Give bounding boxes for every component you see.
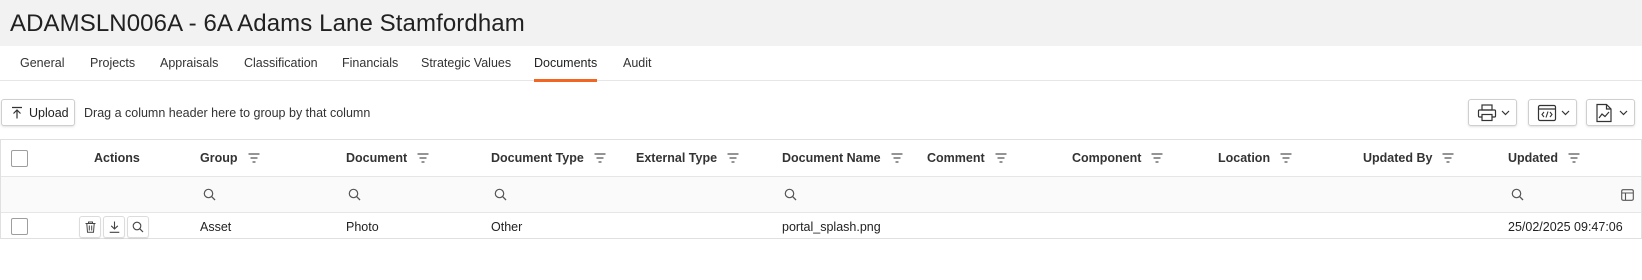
tab-strategic-values[interactable]: Strategic Values bbox=[421, 46, 511, 81]
column-header-comment[interactable]: Comment bbox=[927, 140, 1007, 176]
search-icon bbox=[132, 221, 144, 233]
upload-label: Upload bbox=[29, 105, 69, 120]
row-select-cell bbox=[11, 213, 28, 240]
chevron-down-icon bbox=[1619, 110, 1628, 116]
export-chart-button[interactable] bbox=[1586, 99, 1635, 126]
column-filter-icon[interactable] bbox=[417, 153, 429, 163]
tab-audit[interactable]: Audit bbox=[623, 46, 652, 81]
grid-toolbar: Upload Drag a column header here to grou… bbox=[0, 99, 1642, 129]
column-header-updated-by[interactable]: Updated By bbox=[1363, 140, 1454, 176]
chevron-down-icon bbox=[1501, 110, 1510, 116]
column-header-label: Document bbox=[346, 151, 408, 165]
column-header-label: External Type bbox=[636, 151, 718, 165]
grid-header-row: Actions Group Document Document Type Ext… bbox=[1, 140, 1641, 177]
grid-filter-row bbox=[1, 177, 1641, 213]
column-header-component[interactable]: Component bbox=[1072, 140, 1163, 176]
select-all-checkbox[interactable] bbox=[11, 149, 28, 167]
select-all-cell bbox=[11, 140, 28, 176]
column-header-location[interactable]: Location bbox=[1218, 140, 1292, 176]
cell-updated: 25/02/2025 09:47:06 bbox=[1508, 219, 1623, 234]
column-filter-icon[interactable] bbox=[248, 153, 260, 163]
tab-general[interactable]: General bbox=[20, 46, 64, 81]
column-header-label: Updated bbox=[1508, 151, 1558, 165]
column-header-document-name[interactable]: Document Name bbox=[782, 140, 903, 176]
search-icon[interactable] bbox=[348, 177, 361, 212]
row-actions bbox=[79, 213, 151, 240]
column-filter-icon[interactable] bbox=[891, 153, 903, 163]
upload-icon bbox=[11, 106, 23, 119]
column-header-updated[interactable]: Updated bbox=[1508, 140, 1580, 176]
column-header-actions: Actions bbox=[94, 151, 140, 165]
column-filter-icon[interactable] bbox=[1151, 153, 1163, 163]
column-header-label: Document Name bbox=[782, 151, 881, 165]
export-chart-icon bbox=[1595, 103, 1613, 123]
print-button[interactable] bbox=[1468, 99, 1517, 126]
column-header-label: Location bbox=[1218, 151, 1271, 165]
cell-document: Photo bbox=[346, 219, 379, 234]
search-icon[interactable] bbox=[203, 177, 216, 212]
column-header-label: Updated By bbox=[1363, 151, 1433, 165]
cell-document-type: Other bbox=[491, 219, 523, 234]
table-row[interactable]: Asset Photo Other portal_splash.png 25/0… bbox=[1, 213, 1641, 240]
documents-grid: Actions Group Document Document Type Ext… bbox=[0, 139, 1642, 239]
export-html-button[interactable] bbox=[1528, 99, 1577, 126]
column-header-document[interactable]: Document bbox=[346, 140, 429, 176]
column-chooser-icon[interactable] bbox=[1621, 177, 1634, 212]
column-header-document-type[interactable]: Document Type bbox=[491, 140, 606, 176]
tab-appraisals[interactable]: Appraisals bbox=[160, 46, 218, 81]
column-header-label: Group bbox=[200, 151, 238, 165]
cell-group: Asset bbox=[200, 219, 232, 234]
tab-bar: General Projects Appraisals Classificati… bbox=[0, 46, 1642, 82]
cell-document-name: portal_splash.png bbox=[782, 219, 881, 234]
column-filter-icon[interactable] bbox=[1568, 153, 1580, 163]
column-filter-icon[interactable] bbox=[1280, 153, 1292, 163]
trash-icon bbox=[85, 221, 96, 233]
column-header-external-type[interactable]: External Type bbox=[636, 140, 739, 176]
column-filter-icon[interactable] bbox=[594, 153, 606, 163]
tab-financials[interactable]: Financials bbox=[342, 46, 398, 81]
download-icon bbox=[109, 221, 120, 233]
detail-panel: General Projects Appraisals Classificati… bbox=[0, 46, 1642, 280]
page-title: ADAMSLN006A - 6A Adams Lane Stamfordham bbox=[10, 10, 525, 37]
column-header-group[interactable]: Group bbox=[200, 140, 260, 176]
column-filter-icon[interactable] bbox=[995, 153, 1007, 163]
column-filter-icon[interactable] bbox=[727, 153, 739, 163]
print-icon bbox=[1477, 103, 1497, 122]
delete-button[interactable] bbox=[79, 215, 101, 238]
column-header-label: Component bbox=[1072, 151, 1142, 165]
row-select-checkbox[interactable] bbox=[11, 218, 28, 235]
column-header-label: Comment bbox=[927, 151, 985, 165]
download-button[interactable] bbox=[103, 215, 125, 238]
column-filter-icon[interactable] bbox=[1442, 153, 1454, 163]
column-header-label: Document Type bbox=[491, 151, 584, 165]
search-icon[interactable] bbox=[784, 177, 797, 212]
preview-button[interactable] bbox=[127, 215, 149, 238]
tab-documents[interactable]: Documents bbox=[534, 46, 598, 82]
tab-classification[interactable]: Classification bbox=[244, 46, 318, 81]
group-panel-hint: Drag a column header here to group by th… bbox=[84, 106, 371, 120]
tab-projects[interactable]: Projects bbox=[90, 46, 135, 81]
search-icon[interactable] bbox=[494, 177, 507, 212]
search-icon[interactable] bbox=[1511, 177, 1524, 212]
upload-button[interactable]: Upload bbox=[1, 99, 75, 126]
chevron-down-icon bbox=[1561, 110, 1570, 116]
export-code-icon bbox=[1537, 104, 1557, 122]
